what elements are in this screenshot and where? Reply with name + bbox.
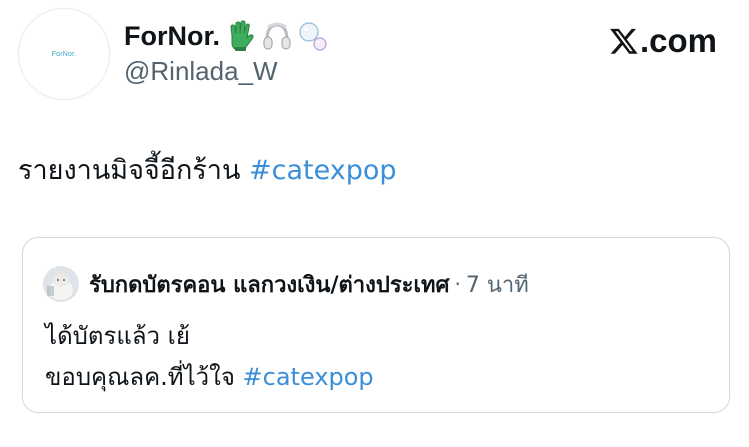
quoted-line-1: ได้บัตรแล้ว เย้: [45, 322, 190, 350]
quoted-author-avatar[interactable]: [43, 266, 79, 302]
quoted-hashtag[interactable]: #catexpop: [243, 363, 374, 391]
header-separator: ·: [454, 272, 461, 296]
quoted-line-2-text: ขอบคุณลค.ที่ไว้ใจ: [45, 363, 243, 391]
avatar-label: ForNor.: [51, 50, 77, 58]
x-logo-icon: [610, 28, 638, 54]
quoted-tweet-card[interactable]: รับกดบัตรคอน แลกวงเงิน/ต่างประเทศ · 7 นา…: [22, 237, 730, 413]
author-display-name[interactable]: ForNor.: [124, 21, 220, 52]
author-handle[interactable]: @Rinlada_W: [124, 56, 278, 87]
brand-domain-text: .com: [639, 22, 717, 59]
tweet-body: รายงานมิจจี้อีกร้าน: [18, 155, 249, 186]
x-brand: .com: [609, 22, 717, 60]
glove-icon: [230, 20, 254, 51]
author-name-row: ForNor.: [124, 14, 328, 58]
headphones-icon: [263, 22, 291, 50]
tweet-text: รายงานมิจจี้อีกร้าน #catexpop: [18, 148, 397, 191]
quoted-tweet-header: รับกดบัตรคอน แลกวงเงิน/ต่างประเทศ · 7 นา…: [43, 266, 529, 302]
author-avatar[interactable]: ForNor.: [18, 8, 110, 100]
tweet-hashtag[interactable]: #catexpop: [249, 155, 397, 186]
quoted-tweet-time[interactable]: 7 นาที: [466, 267, 529, 302]
quoted-tweet-body: ได้บัตรแล้ว เย้ ขอบคุณลค.ที่ไว้ใจ #catex…: [45, 316, 374, 398]
cat-photo-icon: [43, 266, 79, 302]
quoted-author-name[interactable]: รับกดบัตรคอน แลกวงเงิน/ต่างประเทศ: [89, 267, 449, 302]
quoted-line-2: ขอบคุณลค.ที่ไว้ใจ #catexpop: [45, 357, 374, 398]
bubbles-icon: [299, 22, 327, 51]
